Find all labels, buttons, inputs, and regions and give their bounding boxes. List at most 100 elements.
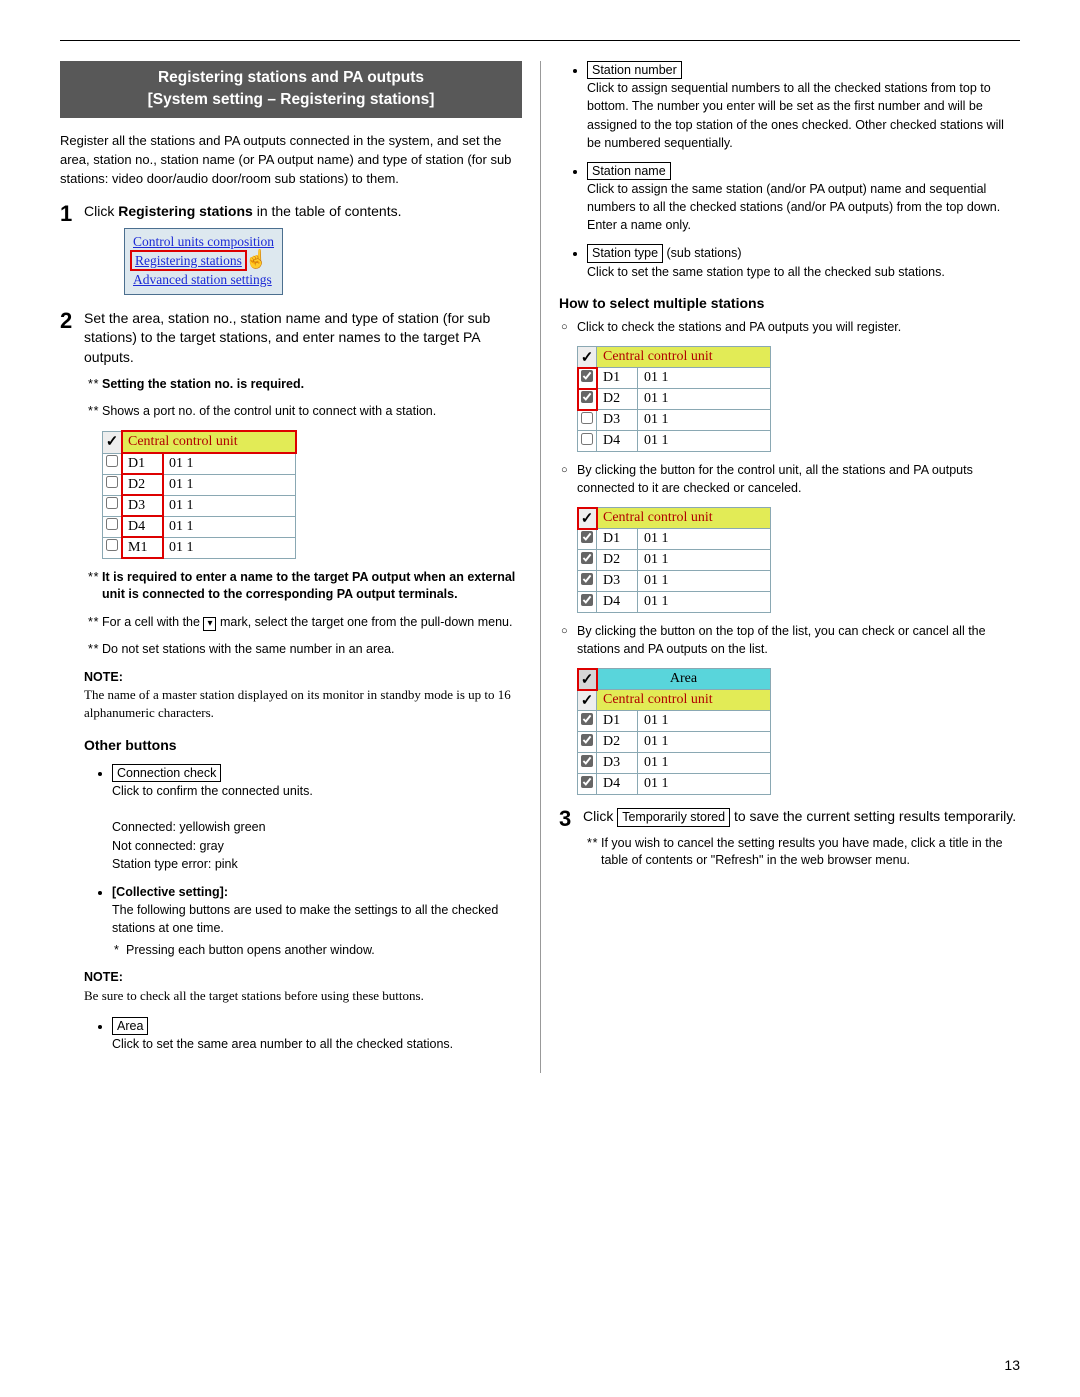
toc-line-2: Registering stations (133, 253, 244, 268)
toc-line-1: Control units composition (133, 233, 274, 252)
toc-line-3: Advanced station settings (133, 271, 274, 290)
station-table-4: ✓Area ✓Central control unit D101 1 D201 … (577, 668, 1020, 795)
toc-screenshot: Control units composition Registering st… (124, 228, 283, 295)
select-multiple-heading: How to select multiple stations (559, 295, 1020, 311)
table-header: Central control unit (597, 347, 771, 368)
station-type-button: Station type (587, 244, 663, 262)
step2-sub4b: mark, select the target one from the pul… (220, 615, 513, 629)
row-checkbox[interactable] (581, 391, 593, 403)
station-type-desc: Click to set the same station type to al… (587, 265, 945, 279)
station-number-button: Station number (587, 61, 682, 79)
select-instructions-3: By clicking the button on the top of the… (559, 623, 1020, 658)
right-buttons-list: Station number Click to assign sequentia… (559, 61, 1020, 281)
row-checkbox[interactable] (581, 573, 593, 585)
collective-desc: The following buttons are used to make t… (112, 903, 498, 935)
step1-text-after: in the table of contents. (253, 203, 402, 219)
step3-after: to save the current setting results temp… (730, 808, 1016, 824)
note-1: The name of a master station displayed o… (84, 686, 522, 722)
station-name-button: Station name (587, 162, 671, 180)
cc-line2: Not connected: gray (112, 839, 224, 853)
step-body: Set the area, station no., station name … (84, 309, 522, 1064)
row-checkbox[interactable] (106, 539, 118, 551)
step2-sub3: It is required to enter a name to the ta… (102, 570, 515, 602)
collective-heading: [Collective setting]: (112, 885, 228, 899)
station-name-desc: Click to assign the same station (and/or… (587, 182, 1000, 232)
step2-text: Set the area, station no., station name … (84, 310, 490, 365)
other-buttons-heading: Other buttons (84, 736, 522, 756)
top-rule (60, 40, 1020, 41)
left-column: Registering stations and PA outputs [Sys… (60, 61, 540, 1073)
page-number: 13 (1004, 1357, 1020, 1373)
sel-3: By clicking the button on the top of the… (577, 623, 1020, 658)
other-buttons-list: Connection check Click to confirm the co… (84, 764, 522, 959)
station-table-2: ✓Central control unit D101 1 D201 1 D301… (577, 346, 1020, 452)
step-body: Click Registering stations in the table … (84, 202, 522, 298)
step1-text: Click (84, 203, 118, 219)
table-header: Central control unit (122, 431, 296, 453)
row-checkbox[interactable] (581, 552, 593, 564)
step-1: 1 Click Registering stations in the tabl… (60, 202, 522, 298)
dropdown-mark-icon: ▾ (203, 617, 216, 631)
step2-sub5: Do not set stations with the same number… (102, 641, 522, 659)
section-title-line2: [System setting – Registering stations] (148, 91, 435, 108)
row-checkbox[interactable] (106, 518, 118, 530)
area-button-list: Area Click to set the same area number t… (84, 1017, 522, 1053)
step2-sub4a: For a cell with the (102, 615, 203, 629)
temporarily-stored-button: Temporarily stored (617, 808, 730, 826)
section-title: Registering stations and PA outputs [Sys… (60, 61, 522, 118)
select-instructions: Click to check the stations and PA outpu… (559, 319, 1020, 337)
step-body: Click Temporarily stored to save the cur… (583, 807, 1020, 880)
document-page: Registering stations and PA outputs [Sys… (0, 0, 1080, 1397)
row-checkbox[interactable] (581, 734, 593, 746)
step-list: 1 Click Registering stations in the tabl… (60, 202, 522, 1063)
step1-bold: Registering stations (118, 203, 253, 219)
row-checkbox[interactable] (106, 476, 118, 488)
note-2: Be sure to check all the target stations… (84, 987, 522, 1005)
area-header: Area (597, 669, 771, 690)
cc-line1: Connected: yellowish green (112, 820, 266, 834)
step-list-right: 3 Click Temporarily stored to save the c… (559, 807, 1020, 880)
step-3: 3 Click Temporarily stored to save the c… (559, 807, 1020, 880)
station-type-suffix: (sub stations) (667, 246, 742, 260)
row-checkbox[interactable] (581, 776, 593, 788)
row-checkbox[interactable] (581, 594, 593, 606)
step-2: 2 Set the area, station no., station nam… (60, 309, 522, 1064)
note-label-2: NOTE: (84, 969, 522, 987)
row-checkbox[interactable] (581, 755, 593, 767)
station-number-desc: Click to assign sequential numbers to al… (587, 81, 1004, 149)
note-label: NOTE: (84, 669, 522, 687)
cc-line3: Station type error: pink (112, 857, 238, 871)
table-header: Central control unit (597, 690, 771, 711)
row-checkbox[interactable] (581, 412, 593, 424)
row-checkbox[interactable] (106, 497, 118, 509)
row-checkbox[interactable] (581, 433, 593, 445)
area-button: Area (112, 1017, 148, 1035)
step2-sub1: Setting the station no. is required. (102, 377, 304, 391)
step2-sub2: Shows a port no. of the control unit to … (102, 403, 522, 421)
sel-2: By clicking the button for the control u… (577, 462, 1020, 497)
connection-check-desc: Click to confirm the connected units. (112, 784, 313, 798)
intro-paragraph: Register all the stations and PA outputs… (60, 132, 522, 189)
select-instructions-2: By clicking the button for the control u… (559, 462, 1020, 497)
collective-sub: Pressing each button opens another windo… (126, 941, 522, 959)
row-checkbox[interactable] (581, 531, 593, 543)
station-table-3: ✓Central control unit D101 1 D201 1 D301… (577, 507, 1020, 613)
row-checkbox[interactable] (581, 713, 593, 725)
sel-1: Click to check the stations and PA outpu… (577, 319, 1020, 337)
step-number: 2 (60, 309, 84, 1064)
right-column: Station number Click to assign sequentia… (540, 61, 1020, 1073)
connection-check-button: Connection check (112, 764, 221, 782)
step3-sub: If you wish to cancel the setting result… (601, 835, 1020, 870)
section-title-line1: Registering stations and PA outputs (158, 69, 424, 86)
step-number: 1 (60, 202, 84, 298)
row-checkbox[interactable] (581, 370, 593, 382)
table-header: Central control unit (597, 508, 771, 529)
row-checkbox[interactable] (106, 455, 118, 467)
area-desc: Click to set the same area number to all… (112, 1037, 453, 1051)
step2-sublist: Setting the station no. is required. Sho… (84, 376, 522, 421)
two-column-layout: Registering stations and PA outputs [Sys… (60, 61, 1020, 1073)
step-number: 3 (559, 807, 583, 880)
station-table-1: ✓ Central control unit D101 1 D201 1 D30… (102, 431, 522, 559)
step3-before: Click (583, 808, 617, 824)
step2-sublist-b: It is required to enter a name to the ta… (84, 569, 522, 659)
